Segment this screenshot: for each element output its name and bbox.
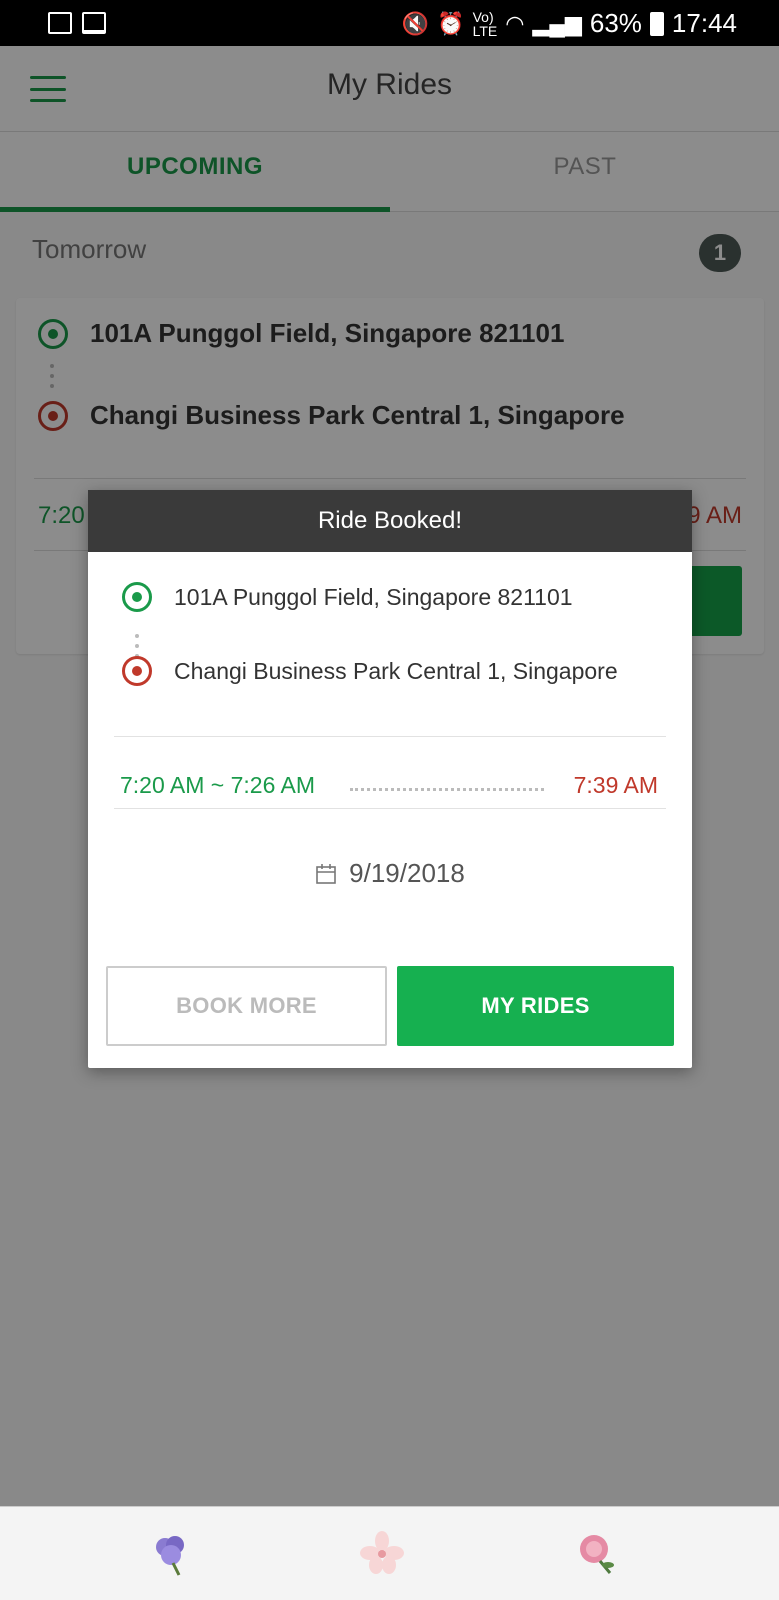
battery-percent: 63% — [589, 8, 642, 38]
dropoff-target-icon — [122, 656, 152, 686]
dialog-buttons: BOOK MORE MY RIDES — [106, 966, 674, 1046]
ride-date: 9/19/2018 — [88, 858, 692, 889]
book-more-button[interactable]: BOOK MORE — [106, 966, 387, 1046]
wifi-icon: ◠ — [505, 10, 525, 36]
bottom-nav — [0, 1506, 779, 1600]
volte-icon: Vo) LTE — [472, 8, 498, 39]
dialog-dropoff-row: Changi Business Park Central 1, Singapor… — [122, 656, 618, 686]
my-rides-button[interactable]: MY RIDES — [397, 966, 674, 1046]
flower-pink-icon[interactable] — [570, 1527, 622, 1579]
arrival-time: 7:39 AM — [573, 772, 658, 798]
laptop-icon — [82, 12, 106, 34]
dialog-title: Ride Booked! — [88, 490, 692, 552]
signal-icon: ▂▄▆ — [532, 10, 582, 36]
divider — [114, 736, 666, 737]
date-text: 9/19/2018 — [349, 858, 465, 888]
pickup-window: 7:20 AM ~ 7:26 AM — [120, 772, 315, 798]
alarm-icon: ⏰ — [437, 10, 465, 36]
mute-icon: 🔇 — [401, 10, 430, 36]
dialog-pickup-row: 101A Punggol Field, Singapore 821101 — [122, 582, 573, 612]
calendar-icon — [316, 863, 336, 884]
dialog-dropoff: Changi Business Park Central 1, Singapor… — [174, 657, 618, 684]
ride-booked-dialog: Ride Booked! 101A Punggol Field, Singapo… — [88, 490, 692, 1068]
flower-white-icon[interactable] — [356, 1527, 408, 1579]
status-right-icons: 🔇 ⏰ Vo) LTE ◠ ▂▄▆ 63% 17:44 — [402, 8, 737, 39]
divider — [114, 808, 666, 809]
image-icon — [48, 12, 72, 34]
status-bar: 🔇 ⏰ Vo) LTE ◠ ▂▄▆ 63% 17:44 — [0, 0, 779, 46]
battery-icon — [649, 11, 664, 36]
dialog-pickup: 101A Punggol Field, Singapore 821101 — [174, 583, 573, 610]
time-connector — [350, 788, 544, 791]
clock: 17:44 — [671, 8, 737, 38]
status-left-icons — [48, 12, 106, 34]
pickup-target-icon — [122, 582, 152, 612]
flower-purple-icon[interactable] — [145, 1527, 197, 1579]
